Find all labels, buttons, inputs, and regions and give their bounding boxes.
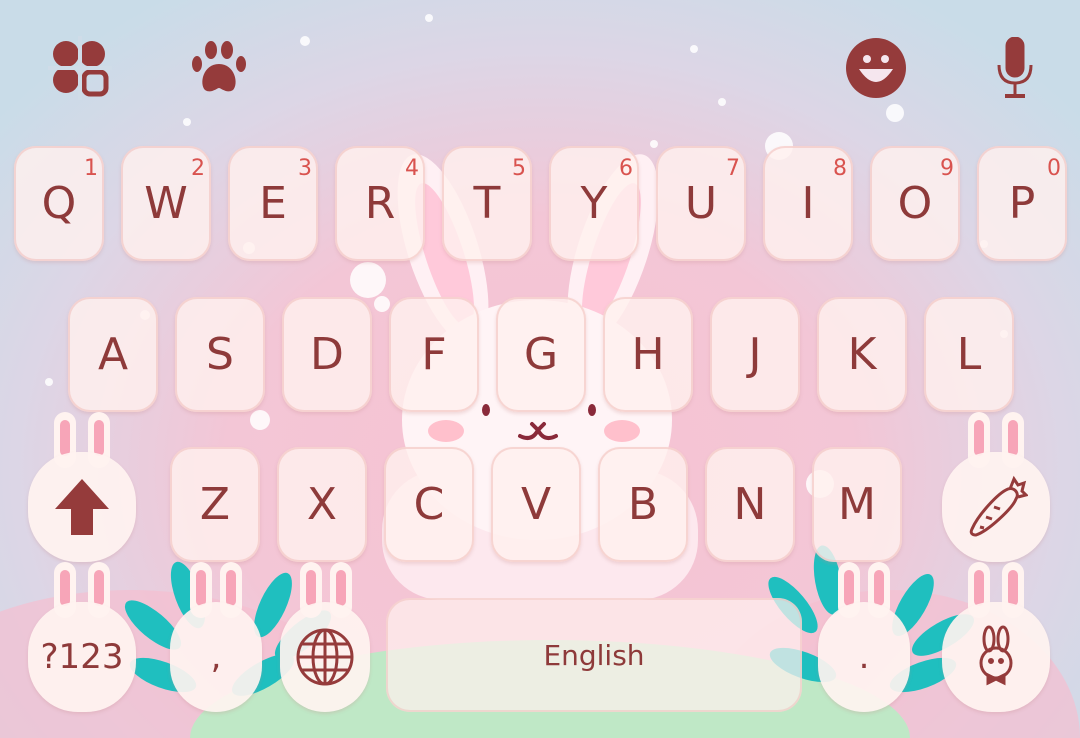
carrot-key[interactable] — [942, 412, 1050, 562]
key-b[interactable]: B — [598, 447, 688, 562]
key-label: X — [306, 479, 338, 530]
key-k[interactable]: K — [817, 297, 907, 412]
key-label: P — [1008, 178, 1036, 229]
key-d[interactable]: D — [282, 297, 372, 412]
key-r[interactable]: R4 — [335, 146, 425, 261]
shift-arrow-icon — [55, 479, 109, 535]
key-label: H — [631, 329, 665, 380]
snow-dot — [650, 140, 658, 148]
snow-dot — [250, 410, 270, 430]
key-j[interactable]: J — [710, 297, 800, 412]
key-label: F — [421, 329, 447, 380]
microphone-icon[interactable] — [983, 36, 1047, 100]
language-key[interactable] — [280, 562, 370, 712]
key-label: B — [627, 479, 659, 530]
key-label: W — [144, 178, 188, 229]
space-bar[interactable]: English — [386, 598, 802, 712]
snow-dot — [374, 296, 390, 312]
clover-sticker-icon[interactable] — [48, 36, 112, 100]
key-label: M — [838, 479, 876, 530]
key-hint: 5 — [512, 156, 526, 181]
snow-dot — [183, 118, 191, 126]
key-l[interactable]: L — [924, 297, 1014, 412]
key-n[interactable]: N — [705, 447, 795, 562]
snow-dot — [718, 98, 726, 106]
snow-dot — [690, 45, 698, 53]
emoji-icon[interactable] — [844, 36, 908, 100]
key-label: K — [847, 329, 877, 380]
key-label: G — [523, 329, 559, 380]
key-hint: 2 — [191, 156, 205, 181]
globe-icon — [296, 628, 354, 686]
key-label: T — [473, 178, 501, 229]
comma-label: , — [170, 602, 262, 712]
key-hint: 6 — [619, 156, 633, 181]
key-y[interactable]: Y6 — [549, 146, 639, 261]
key-label: Q — [41, 178, 77, 229]
key-g[interactable]: G — [496, 297, 586, 412]
key-label: Y — [580, 178, 608, 229]
key-m[interactable]: M — [812, 447, 902, 562]
key-label: C — [413, 479, 445, 530]
bunny-icon — [979, 625, 1013, 686]
key-hint: 3 — [298, 156, 312, 181]
key-hint: 8 — [833, 156, 847, 181]
key-t[interactable]: T5 — [442, 146, 532, 261]
snow-dot — [45, 378, 53, 386]
key-w[interactable]: W2 — [121, 146, 211, 261]
period-key[interactable]: . — [818, 562, 910, 712]
key-f[interactable]: F — [389, 297, 479, 412]
carrot-icon — [969, 475, 1028, 537]
key-u[interactable]: U7 — [656, 146, 746, 261]
period-label: . — [818, 602, 910, 712]
key-label: O — [897, 178, 933, 229]
key-x[interactable]: X — [277, 447, 367, 562]
key-a[interactable]: A — [68, 297, 158, 412]
snow-dot — [300, 36, 310, 46]
key-label: S — [206, 329, 234, 380]
key-q[interactable]: Q1 — [14, 146, 104, 261]
key-z[interactable]: Z — [170, 447, 260, 562]
key-h[interactable]: H — [603, 297, 693, 412]
key-label: J — [748, 329, 762, 380]
key-label: E — [259, 178, 287, 229]
bunny-key[interactable] — [942, 562, 1050, 712]
key-hint: 4 — [405, 156, 419, 181]
key-label: A — [97, 329, 129, 380]
key-p[interactable]: P0 — [977, 146, 1067, 261]
key-label: L — [956, 329, 982, 380]
paw-theme-icon[interactable] — [187, 36, 251, 100]
key-hint: 1 — [84, 156, 98, 181]
key-label: V — [520, 479, 552, 530]
key-hint: 7 — [726, 156, 740, 181]
snow-dot — [886, 104, 904, 122]
key-o[interactable]: O9 — [870, 146, 960, 261]
keyboard: Q1W2E3R4T5Y6U7I8O9P0ASDFGHJKLZXCVBNM ?12… — [0, 0, 1080, 738]
key-hint: 9 — [940, 156, 954, 181]
key-label: D — [310, 329, 344, 380]
key-label: Z — [199, 479, 231, 530]
symbols-key[interactable]: ?123 — [28, 562, 136, 712]
space-label: English — [543, 638, 645, 672]
key-v[interactable]: V — [491, 447, 581, 562]
key-label: U — [684, 178, 718, 229]
key-label: I — [801, 178, 815, 229]
comma-key[interactable]: , — [170, 562, 262, 712]
key-c[interactable]: C — [384, 447, 474, 562]
shift-key[interactable] — [28, 412, 136, 562]
snow-dot — [425, 14, 433, 22]
symbols-label: ?123 — [28, 602, 136, 712]
key-s[interactable]: S — [175, 297, 265, 412]
key-hint: 0 — [1047, 156, 1061, 181]
snow-dot — [350, 262, 386, 298]
key-label: R — [364, 178, 396, 229]
key-label: N — [733, 479, 767, 530]
key-e[interactable]: E3 — [228, 146, 318, 261]
key-i[interactable]: I8 — [763, 146, 853, 261]
